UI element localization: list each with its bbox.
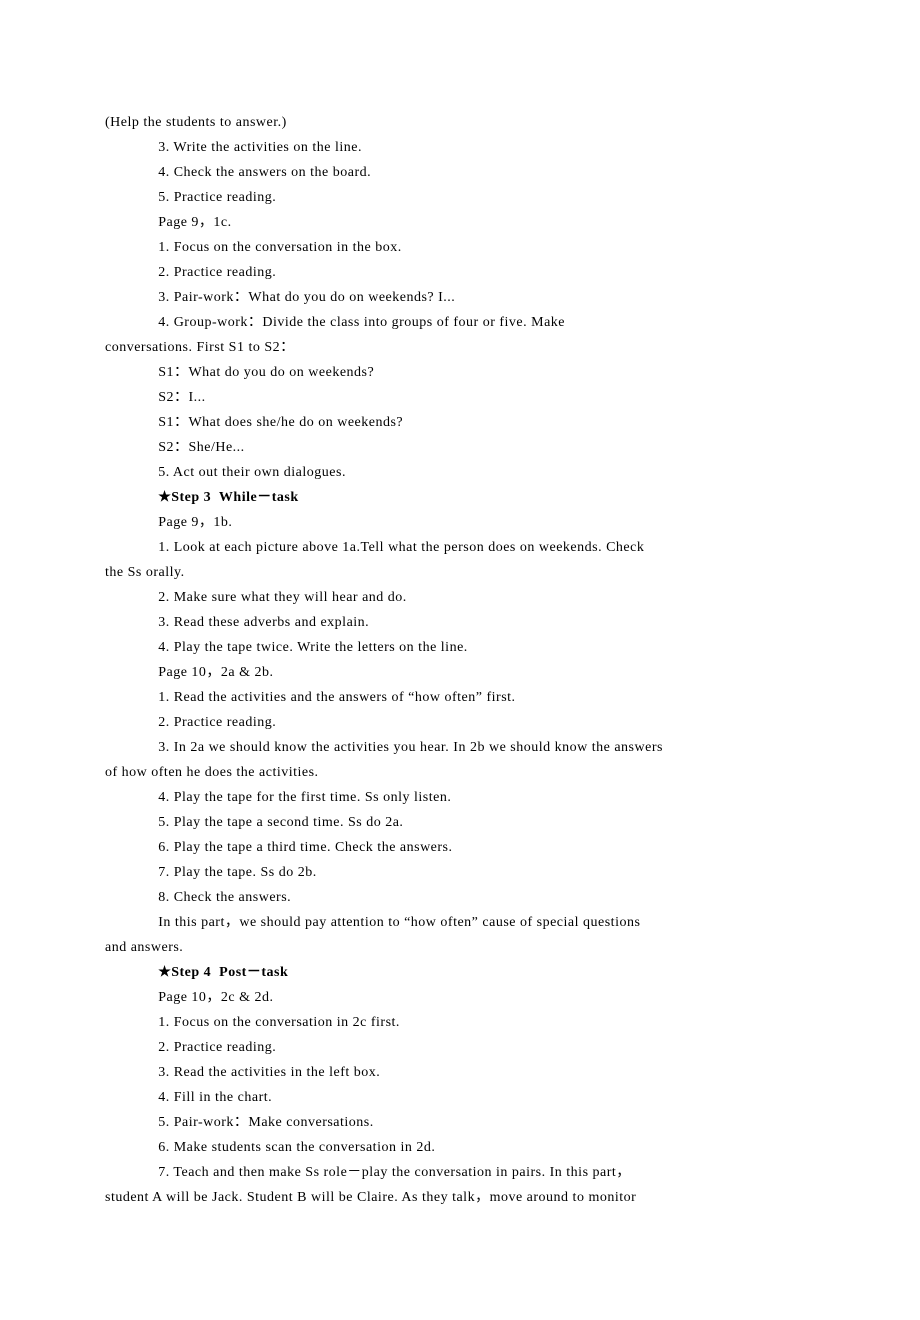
text-line: 4. Fill in the chart.: [105, 1085, 815, 1110]
text-line: 3. Write the activities on the line.: [105, 135, 815, 160]
text-line: S2：I...: [105, 385, 815, 410]
text-line: conversations. First S1 to S2：: [105, 335, 815, 360]
text-line: 4. Group-work：Divide the class into grou…: [105, 310, 815, 335]
text-line: 6. Play the tape a third time. Check the…: [105, 835, 815, 860]
text-line: 4. Play the tape for the first time. Ss …: [105, 785, 815, 810]
text-line: Page 9，1c.: [105, 210, 815, 235]
text-line: (Help the students to answer.): [105, 110, 815, 135]
text-line: 5. Practice reading.: [105, 185, 815, 210]
text-line: 5. Play the tape a second time. Ss do 2a…: [105, 810, 815, 835]
text-line: the Ss orally.: [105, 560, 815, 585]
text-line: and answers.: [105, 935, 815, 960]
text-line: 4. Check the answers on the board.: [105, 160, 815, 185]
text-line: 2. Make sure what they will hear and do.: [105, 585, 815, 610]
text-line: ★Step 4 Post－task: [105, 960, 815, 985]
text-line: of how often he does the activities.: [105, 760, 815, 785]
text-line: In this part，we should pay attention to …: [105, 910, 815, 935]
text-line: 3. In 2a we should know the activities y…: [105, 735, 815, 760]
text-line: 6. Make students scan the conversation i…: [105, 1135, 815, 1160]
text-line: 1. Focus on the conversation in 2c first…: [105, 1010, 815, 1035]
text-line: 4. Play the tape twice. Write the letter…: [105, 635, 815, 660]
text-line: S1：What does she/he do on weekends?: [105, 410, 815, 435]
text-line: 5. Pair-work：Make conversations.: [105, 1110, 815, 1135]
text-line: S1：What do you do on weekends?: [105, 360, 815, 385]
text-line: Page 10，2a & 2b.: [105, 660, 815, 685]
text-line: 2. Practice reading.: [105, 1035, 815, 1060]
text-line: 7. Play the tape. Ss do 2b.: [105, 860, 815, 885]
document-content: (Help the students to answer.)3. Write t…: [105, 110, 815, 1210]
document-page: (Help the students to answer.)3. Write t…: [0, 0, 920, 1320]
text-line: 1. Read the activities and the answers o…: [105, 685, 815, 710]
text-line: 1. Focus on the conversation in the box.: [105, 235, 815, 260]
text-line: 3. Pair-work：What do you do on weekends?…: [105, 285, 815, 310]
text-line: Page 10，2c & 2d.: [105, 985, 815, 1010]
text-line: Page 9，1b.: [105, 510, 815, 535]
text-line: 7. Teach and then make Ss role－play the …: [105, 1160, 815, 1185]
text-line: student A will be Jack. Student B will b…: [105, 1185, 815, 1210]
text-line: 2. Practice reading.: [105, 260, 815, 285]
text-line: 5. Act out their own dialogues.: [105, 460, 815, 485]
text-line: 2. Practice reading.: [105, 710, 815, 735]
text-line: ★Step 3 While－task: [105, 485, 815, 510]
text-line: 8. Check the answers.: [105, 885, 815, 910]
text-line: 1. Look at each picture above 1a.Tell wh…: [105, 535, 815, 560]
text-line: S2：She/He...: [105, 435, 815, 460]
text-line: 3. Read the activities in the left box.: [105, 1060, 815, 1085]
text-line: 3. Read these adverbs and explain.: [105, 610, 815, 635]
